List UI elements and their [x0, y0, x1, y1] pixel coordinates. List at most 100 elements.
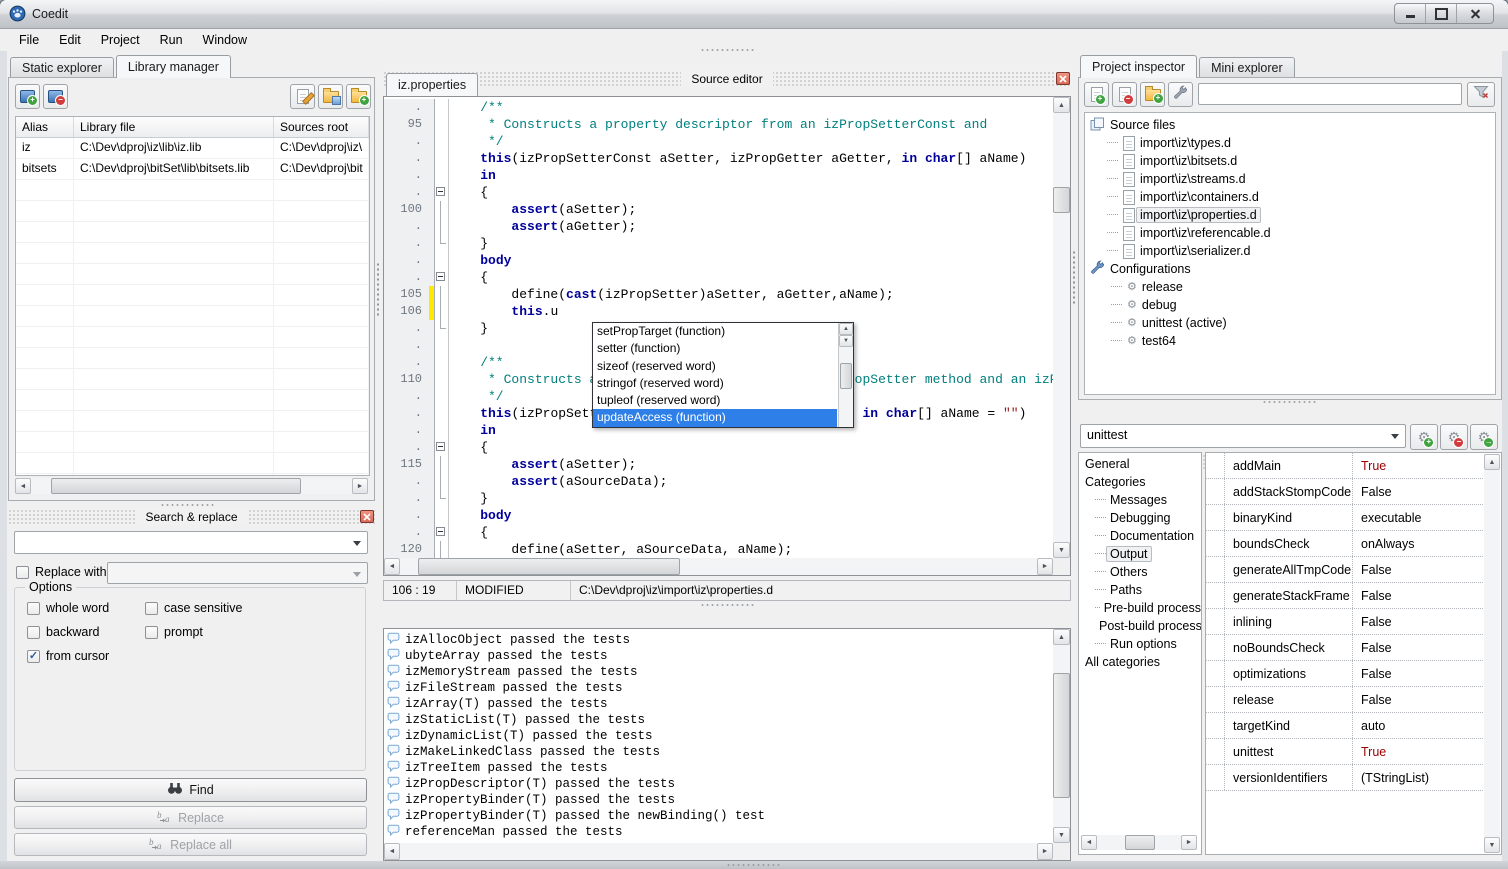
right-vertical-splitter[interactable] [1072, 250, 1076, 306]
replace-all-button[interactable]: baReplace all [14, 833, 367, 856]
message-row[interactable]: izMakeLinkedClass passed the tests [384, 744, 1053, 760]
code-line[interactable]: . { [384, 184, 1053, 201]
tree-root-configurations[interactable]: Configurations [1085, 260, 1495, 278]
tree-item-config[interactable]: ⚙debug [1085, 296, 1495, 314]
fold-column[interactable] [435, 439, 448, 456]
scroll-left-icon[interactable]: ◄ [15, 478, 31, 494]
inspector-filter-input[interactable] [1198, 83, 1462, 105]
replace-button[interactable]: baReplace [14, 806, 367, 829]
code-line[interactable]: 115 assert(aSetter); [384, 456, 1053, 473]
message-row[interactable]: izAllocObject passed the tests [384, 632, 1053, 648]
scroll-right-icon[interactable]: ► [352, 478, 368, 494]
scroll-left-icon[interactable]: ◄ [1081, 835, 1097, 850]
message-row[interactable]: izPropDescriptor(T) passed the tests [384, 776, 1053, 792]
code-line[interactable]: . /** [384, 99, 1053, 116]
scroll-up-icon[interactable]: ▲ [839, 323, 853, 335]
checkbox-case-sensitive[interactable] [145, 602, 158, 615]
fold-collapse-icon[interactable] [436, 187, 445, 196]
tree-item-file[interactable]: import\iz\bitsets.d [1085, 152, 1495, 170]
code-line[interactable]: 120 define(aSetter, aSourceData, aName); [384, 541, 1053, 558]
scroll-down-icon[interactable]: ▼ [1484, 837, 1500, 853]
checkbox-backward[interactable] [27, 626, 40, 639]
tree-item-file[interactable]: import\iz\serializer.d [1085, 242, 1495, 260]
search-dropdown-icon[interactable] [353, 541, 361, 550]
scroll-down-icon[interactable]: ▼ [839, 335, 853, 347]
code-line[interactable]: . } [384, 490, 1053, 507]
selector-dropdown-icon[interactable] [1391, 434, 1399, 443]
completion-item[interactable]: setPropTarget (function) [593, 323, 837, 340]
menu-edit[interactable]: Edit [49, 30, 91, 50]
category-paths[interactable]: Paths [1079, 581, 1201, 599]
bottom-splitter-handle[interactable] [726, 863, 782, 867]
search-input[interactable] [14, 531, 368, 554]
library-hscrollbar[interactable]: ◄ ► [15, 478, 368, 494]
tab-static-explorer[interactable]: Static explorer [10, 57, 114, 78]
maximize-button[interactable] [1426, 4, 1457, 23]
property-row[interactable]: binaryKindexecutable [1206, 505, 1485, 531]
remove-library-button[interactable]: − [43, 84, 68, 109]
tab-mini-explorer[interactable]: Mini explorer [1199, 57, 1295, 78]
popup-scrollbar[interactable]: ▲ ▼ [838, 323, 853, 427]
code-line[interactable]: 95 * Constructs a property descriptor fr… [384, 116, 1053, 133]
menu-file[interactable]: File [9, 30, 49, 50]
tree-item-config[interactable]: ⚙unittest (active) [1085, 314, 1495, 332]
scroll-right-icon[interactable]: ► [1037, 558, 1053, 575]
tree-item-file[interactable]: import\iz\referencable.d [1085, 224, 1495, 242]
property-row[interactable]: versionIdentifiers(TStringList) [1206, 765, 1485, 791]
code-line[interactable]: . */ [384, 133, 1053, 150]
code-line[interactable]: 105 define(cast(izPropSetter)aSetter, aG… [384, 286, 1053, 303]
message-row[interactable]: izFileStream passed the tests [384, 680, 1053, 696]
close-search-panel-icon[interactable] [360, 510, 374, 523]
code-line[interactable]: 100 assert(aSetter); [384, 201, 1053, 218]
category-post-build-process[interactable]: Post-build process [1079, 617, 1201, 635]
find-button[interactable]: Find [14, 778, 367, 802]
property-row[interactable]: generateAllTmpCodeFalse [1206, 557, 1485, 583]
inspector-tree[interactable]: Source filesimport\iz\types.dimport\iz\b… [1084, 112, 1496, 395]
configuration-selector[interactable]: unittest [1080, 424, 1406, 448]
code-line[interactable]: . this(izPropSetterConst aSetter, izProp… [384, 150, 1053, 167]
config-property-grid[interactable]: addMainTrueaddStackStompCodeFalsebinaryK… [1205, 452, 1502, 855]
tree-item-file[interactable]: import\iz\containers.d [1085, 188, 1495, 206]
select-sources-root-button[interactable]: + [346, 84, 371, 109]
close-editor-panel-icon[interactable] [1056, 72, 1070, 85]
categories-hscrollbar[interactable]: ◄ ► [1081, 835, 1197, 850]
code-line[interactable]: . } [384, 235, 1053, 252]
scroll-up-icon[interactable]: ▲ [1053, 629, 1070, 645]
add-configuration-button[interactable] [1168, 82, 1193, 107]
property-row[interactable]: targetKindauto [1206, 713, 1485, 739]
message-row[interactable]: izMemoryStream passed the tests [384, 664, 1053, 680]
scroll-left-icon[interactable]: ◄ [384, 558, 400, 575]
property-row[interactable]: addMainTrue [1206, 453, 1485, 479]
library-from-project-button[interactable] [318, 84, 343, 109]
column-header-alias[interactable]: Alias [16, 117, 74, 137]
checkbox-prompt[interactable] [145, 626, 158, 639]
remove-config-button[interactable]: ⚙− [1440, 424, 1468, 450]
category-categories[interactable]: Categories [1079, 473, 1201, 491]
add-source-button[interactable]: + [1084, 82, 1109, 107]
code-line[interactable]: . assert(aSourceData); [384, 473, 1053, 490]
scroll-down-icon[interactable]: ▼ [1053, 542, 1070, 558]
code-line[interactable]: . body [384, 507, 1053, 524]
fold-column[interactable] [435, 524, 448, 541]
property-row[interactable]: releaseFalse [1206, 687, 1485, 713]
scroll-right-icon[interactable]: ► [1181, 835, 1197, 850]
category-messages[interactable]: Messages [1079, 491, 1201, 509]
completion-item[interactable]: stringof (reserved word) [593, 375, 837, 392]
completion-item-selected[interactable]: updateAccess (function) [593, 409, 837, 426]
message-row[interactable]: izStaticList(T) passed the tests [384, 712, 1053, 728]
scroll-up-icon[interactable]: ▲ [1053, 97, 1070, 113]
tree-item-config[interactable]: ⚙release [1085, 278, 1495, 296]
search-splitter-handle[interactable] [160, 503, 216, 507]
tree-item-config[interactable]: ⚙test64 [1085, 332, 1495, 350]
completion-item[interactable]: sizeof (reserved word) [593, 358, 837, 375]
close-button[interactable] [1457, 4, 1493, 23]
scroll-right-icon[interactable]: ► [1037, 843, 1053, 860]
add-config-button[interactable]: ⚙+ [1410, 424, 1438, 450]
property-row[interactable]: boundsCheckonAlways [1206, 531, 1485, 557]
fold-column[interactable] [435, 269, 448, 286]
tree-item-file[interactable]: import\iz\properties.d [1085, 206, 1495, 224]
fold-collapse-icon[interactable] [436, 442, 445, 451]
property-row[interactable]: addStackStompCodeFalse [1206, 479, 1485, 505]
code-line[interactable]: . in [384, 167, 1053, 184]
property-row[interactable]: unittestTrue [1206, 739, 1485, 765]
